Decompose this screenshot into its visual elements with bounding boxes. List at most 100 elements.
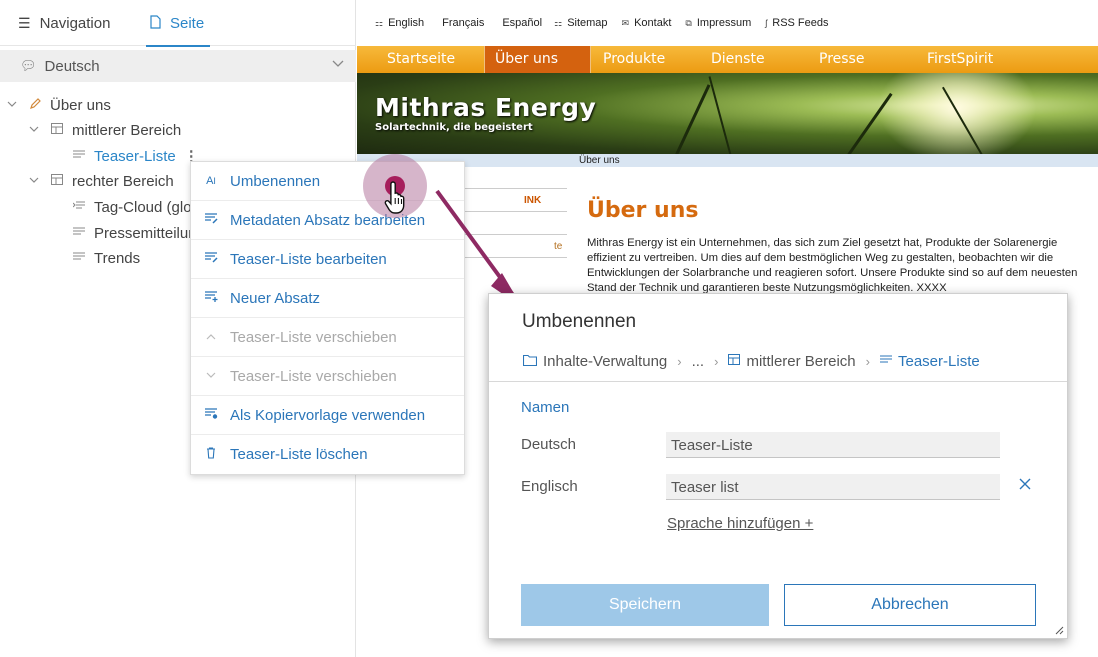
tag-lines-icon — [72, 200, 86, 214]
side-link[interactable] — [452, 211, 567, 234]
side-link-label: INK — [524, 195, 542, 206]
menu-item-label: Neuer Absatz — [230, 289, 321, 307]
list-icon: ☰ — [18, 14, 31, 31]
link-rss[interactable]: ʃ RSS Feeds — [765, 17, 828, 29]
menu-item-teaser-bearbeiten[interactable]: Teaser-Liste bearbeiten — [191, 240, 464, 279]
breadcrumb-parent[interactable]: mittlerer Bereich — [746, 353, 855, 370]
menu-item-label: Teaser-Liste verschieben — [230, 367, 397, 385]
link-label: Español — [502, 17, 543, 29]
new-section-icon — [204, 291, 218, 305]
tree-item-label: Über uns — [50, 96, 111, 114]
site-top-links: ⚏ English Français Español ⚏ Sitemap ✉︎ Kon… — [357, 0, 1098, 46]
menu-startseite[interactable]: Startseite — [387, 46, 455, 73]
tab-navigation[interactable]: ☰ Navigation — [18, 0, 110, 46]
link-francais[interactable]: Français — [442, 17, 484, 29]
link-label: Impressum — [696, 17, 752, 29]
tree-item-label: Trends — [94, 249, 141, 267]
chevron-down-icon — [204, 370, 218, 382]
site-breadcrumb-label[interactable]: Über uns — [579, 154, 620, 167]
document-icon: ⧉ — [685, 17, 692, 28]
tree-item-tag-cloud[interactable]: Tag-Cloud (glo — [72, 196, 192, 218]
collapse-toggle-icon[interactable] — [6, 99, 18, 112]
envelope-icon: ✉︎ — [621, 17, 630, 28]
menu-item-label: Teaser-Liste bearbeiten — [230, 250, 387, 268]
tree-item-mittlerer-bereich[interactable]: mittlerer Bereich — [28, 119, 181, 141]
link-kontakt[interactable]: ✉︎ Kontakt — [622, 17, 672, 29]
breadcrumb-current: Teaser-Liste — [898, 352, 980, 370]
breadcrumb-ellipsis[interactable]: ... — [692, 353, 705, 370]
names-section-heading: Namen — [521, 399, 570, 416]
site-breadcrumb: Über uns — [357, 154, 1098, 167]
chevron-down-icon — [332, 57, 344, 72]
template-icon — [204, 408, 218, 422]
menu-ueber-uns[interactable]: Über uns — [484, 46, 591, 73]
link-english[interactable]: ⚏ English — [375, 17, 424, 29]
menu-item-label: Teaser-Liste verschieben — [230, 328, 397, 346]
clear-field-icon[interactable] — [1017, 478, 1033, 494]
menu-item-metadaten[interactable]: Metadaten Absatz bearbeiten — [191, 201, 464, 240]
menu-produkte[interactable]: Produkte — [603, 46, 665, 73]
link-label: Sitemap — [567, 17, 608, 29]
dialog-breadcrumb: Inhalte-Verwaltung › ... › mittlerer Ber… — [522, 351, 980, 371]
tree-item-label: Pressemitteilun — [94, 224, 197, 242]
tree-item-label: rechter Bereich — [72, 172, 174, 190]
menu-item-label: Teaser-Liste löschen — [230, 446, 368, 463]
collapse-toggle-icon[interactable] — [28, 124, 40, 137]
rename-dialog: Umbenennen Inhalte-Verwaltung › ... › mi… — [488, 293, 1068, 639]
site-heading: Über uns — [587, 198, 699, 223]
resize-handle-icon[interactable] — [1054, 625, 1064, 635]
tree-item-pressemitteilungen[interactable]: Pressemitteilun — [72, 222, 197, 244]
link-impressum[interactable]: ⧉ Impressum — [685, 17, 751, 29]
site-banner: Mithras Energy Solartechnik, die begeist… — [357, 73, 1098, 154]
link-espanol[interactable]: Español — [502, 17, 542, 29]
collapse-toggle-icon[interactable] — [28, 175, 40, 188]
trash-icon — [204, 447, 218, 462]
layout-area-icon — [728, 354, 741, 368]
tree-item-trends[interactable]: Trends — [72, 247, 140, 269]
rss-icon: ʃ — [765, 18, 768, 28]
speech-bubble-icon: 💬︎ — [20, 58, 37, 73]
english-name-field[interactable] — [666, 474, 1000, 500]
dialog-title: Umbenennen — [522, 311, 637, 332]
add-language-link[interactable]: Sprache hinzufügen + — [667, 515, 813, 532]
layout-area-icon — [50, 123, 64, 137]
german-name-field[interactable] — [666, 432, 1000, 458]
tree-item-ueber-uns[interactable]: Über uns — [6, 94, 111, 116]
menu-presse[interactable]: Presse — [819, 46, 864, 73]
hand-cursor-icon — [384, 181, 405, 214]
german-label: Deutsch — [521, 436, 577, 453]
language-select-value: Deutsch — [44, 57, 100, 75]
menu-item-kopiervorlage[interactable]: Als Kopiervorlage verwenden — [191, 396, 464, 435]
side-link[interactable]: INK — [452, 188, 567, 211]
cancel-button[interactable]: Abbrechen — [784, 584, 1036, 626]
sitemap-icon: ⚏ — [554, 17, 563, 28]
rename-icon: AI — [206, 175, 216, 187]
tree-item-label: Tag-Cloud (glo — [94, 198, 192, 216]
edit-section-icon — [204, 252, 218, 266]
language-select[interactable]: 💬︎ Deutsch — [0, 50, 356, 82]
link-label: English — [388, 17, 425, 29]
link-label: RSS Feeds — [772, 17, 829, 29]
menu-item-label: Umbenennen — [230, 172, 321, 190]
menu-dienste[interactable]: Dienste — [711, 46, 765, 73]
lines-icon — [880, 354, 892, 368]
grass-blade — [708, 76, 739, 154]
grass-blade — [657, 84, 711, 154]
side-link[interactable]: te — [452, 234, 567, 257]
context-menu: AI Umbenennen Metadaten Absatz bearbeite… — [190, 161, 465, 475]
tab-page[interactable]: Seite — [145, 0, 211, 47]
tree-item-teaser-liste[interactable]: Teaser-Liste ⋮ — [72, 145, 199, 167]
menu-item-verschieben-runter: Teaser-Liste verschieben — [191, 357, 464, 396]
menu-firstspirit[interactable]: FirstSpirit — [927, 46, 993, 73]
breadcrumb-separator-icon: › — [714, 353, 719, 369]
tree-item-rechter-bereich[interactable]: rechter Bereich — [28, 170, 174, 192]
panel-tabs: ☰ Navigation Seite — [0, 0, 356, 47]
breadcrumb-root[interactable]: Inhalte-Verwaltung — [543, 353, 667, 370]
tab-navigation-label: Navigation — [39, 14, 111, 32]
menu-item-loeschen[interactable]: Teaser-Liste löschen — [191, 435, 464, 474]
link-sitemap[interactable]: ⚏ Sitemap — [554, 17, 607, 29]
dialog-divider — [489, 381, 1067, 382]
save-button[interactable]: Speichern — [521, 584, 769, 626]
edit-metadata-icon — [204, 213, 218, 227]
menu-item-neuer-absatz[interactable]: Neuer Absatz — [191, 279, 464, 318]
